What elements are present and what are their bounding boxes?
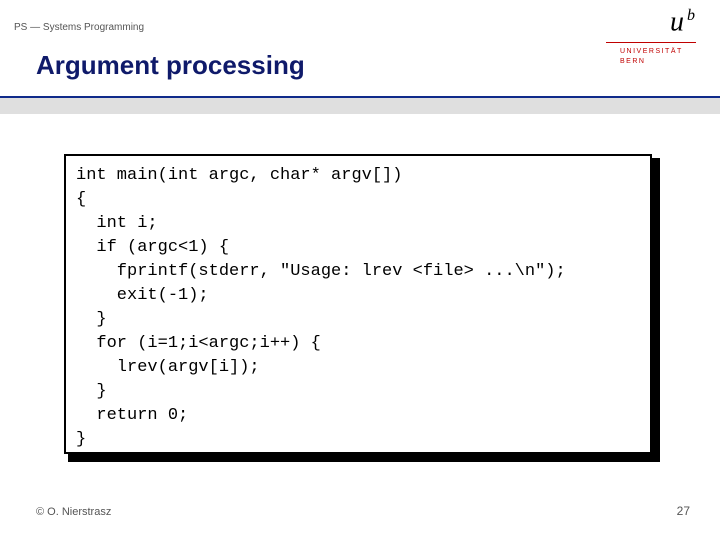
course-header: PS — Systems Programming bbox=[14, 22, 144, 33]
slide: PS — Systems Programming Argument proces… bbox=[0, 0, 720, 540]
logo-mark: ub bbox=[606, 8, 696, 36]
logo-divider bbox=[606, 42, 696, 43]
logo-line1: UNIVERSITÄT bbox=[620, 48, 683, 55]
slide-title: Argument processing bbox=[36, 50, 305, 81]
footer-copyright: © O. Nierstrasz bbox=[36, 506, 111, 518]
logo-u: u bbox=[670, 6, 685, 37]
university-logo: ub UNIVERSITÄT BERN bbox=[606, 8, 696, 108]
code-box: int main(int argc, char* argv[]) { int i… bbox=[64, 154, 652, 454]
logo-line2: BERN bbox=[620, 58, 645, 65]
page-number: 27 bbox=[677, 504, 690, 518]
code-content: int main(int argc, char* argv[]) { int i… bbox=[76, 164, 646, 452]
logo-text: UNIVERSITÄT BERN bbox=[606, 47, 696, 67]
logo-b: b bbox=[687, 7, 696, 24]
